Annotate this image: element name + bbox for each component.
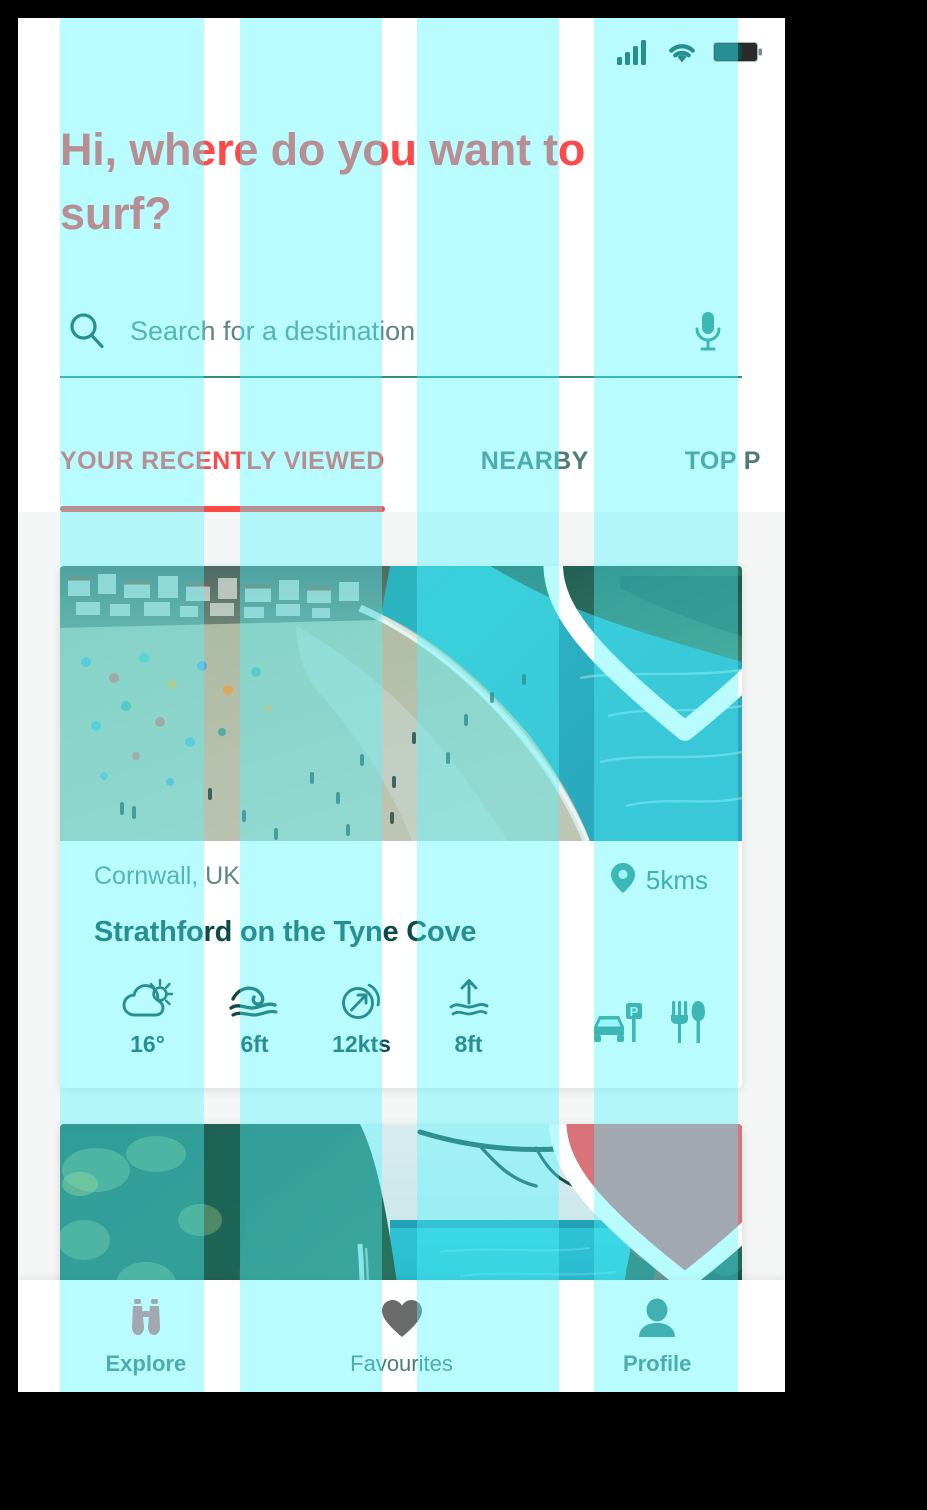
bottom-navigation: Explore Favourites Profile — [18, 1280, 785, 1392]
sun-cloud-icon — [122, 977, 174, 1023]
tab-nearby[interactable]: NEARBY — [481, 416, 589, 506]
tab-your-recently-viewed[interactable]: YOUR RECENTLY VIEWED — [60, 416, 385, 512]
condition-value: 8ft — [454, 1031, 483, 1057]
tab-label: TOP P — [684, 446, 761, 475]
wifi-icon — [665, 39, 699, 70]
condition-temperature: 16° — [94, 977, 201, 1058]
swell-arrow-icon — [443, 977, 495, 1023]
condition-wind: 12kts — [308, 977, 415, 1058]
destination-list[interactable]: Cornwall, UK 5kms Strathford on the Tyne… — [18, 512, 785, 1392]
nav-item-explore[interactable]: Explore — [18, 1295, 274, 1377]
destination-card[interactable]: Cornwall, UK 5kms Strathford on the Tyne… — [60, 566, 742, 1088]
card-region: Cornwall, UK — [94, 862, 240, 890]
tab-label: NEARBY — [480, 446, 589, 475]
phone-viewport: Hi, where do you want to surf? Search fo… — [18, 18, 785, 1392]
nav-item-profile[interactable]: Profile — [529, 1295, 785, 1377]
status-bar — [18, 18, 785, 90]
map-pin-icon — [609, 861, 637, 900]
card-distance-label: 5kms — [645, 865, 708, 895]
condition-wave-height: 6ft — [201, 977, 308, 1058]
nav-label: Profile — [622, 1351, 692, 1376]
binoculars-icon — [123, 1295, 169, 1343]
favourite-toggle[interactable] — [549, 1124, 742, 1290]
page-title: Hi, where do you want to surf? — [60, 124, 586, 239]
nav-label: Explore — [105, 1351, 187, 1376]
condition-value: 16° — [130, 1031, 165, 1057]
battery-icon — [713, 39, 763, 70]
search-bar[interactable] — [60, 286, 742, 378]
search-input[interactable] — [114, 315, 674, 347]
card-conditions: 16° 6ft 12kts 8ft — [94, 977, 522, 1058]
cellular-signal-icon — [617, 39, 651, 70]
tab-bar: YOUR RECENTLY VIEWED NEARBY TOP P — [18, 416, 785, 512]
svg-text:P: P — [630, 1004, 639, 1019]
card-distance: 5kms — [609, 861, 708, 900]
condition-swell: 8ft — [415, 977, 522, 1058]
microphone-icon[interactable] — [674, 309, 742, 353]
favourite-toggle[interactable] — [543, 566, 742, 741]
card-amenities: P — [590, 997, 708, 1058]
search-icon — [60, 310, 114, 352]
condition-value: 6ft — [240, 1031, 269, 1057]
card-body: Cornwall, UK 5kms Strathford on the Tyne… — [60, 841, 742, 1088]
heart-icon — [379, 1295, 425, 1343]
car-parking-icon[interactable]: P — [590, 997, 644, 1054]
wind-direction-icon — [336, 977, 388, 1023]
wave-icon — [228, 977, 281, 1023]
heart-outline-icon — [344, 566, 742, 754]
nav-item-favourites[interactable]: Favourites — [274, 1295, 530, 1377]
tab-label: YOUR RECENTLY VIEWED — [60, 446, 385, 475]
screenshot-stage: Hi, where do you want to surf? Search fo… — [0, 0, 927, 1510]
tab-top-picks[interactable]: TOP P — [685, 416, 761, 506]
nav-label: Favourites — [350, 1351, 453, 1376]
card-title: Strathford on the Tyne Cove — [94, 916, 477, 948]
card-photo-beach — [60, 566, 742, 841]
restaurant-icon[interactable] — [668, 997, 708, 1054]
condition-value: 12kts — [332, 1031, 391, 1057]
person-icon — [634, 1295, 680, 1343]
